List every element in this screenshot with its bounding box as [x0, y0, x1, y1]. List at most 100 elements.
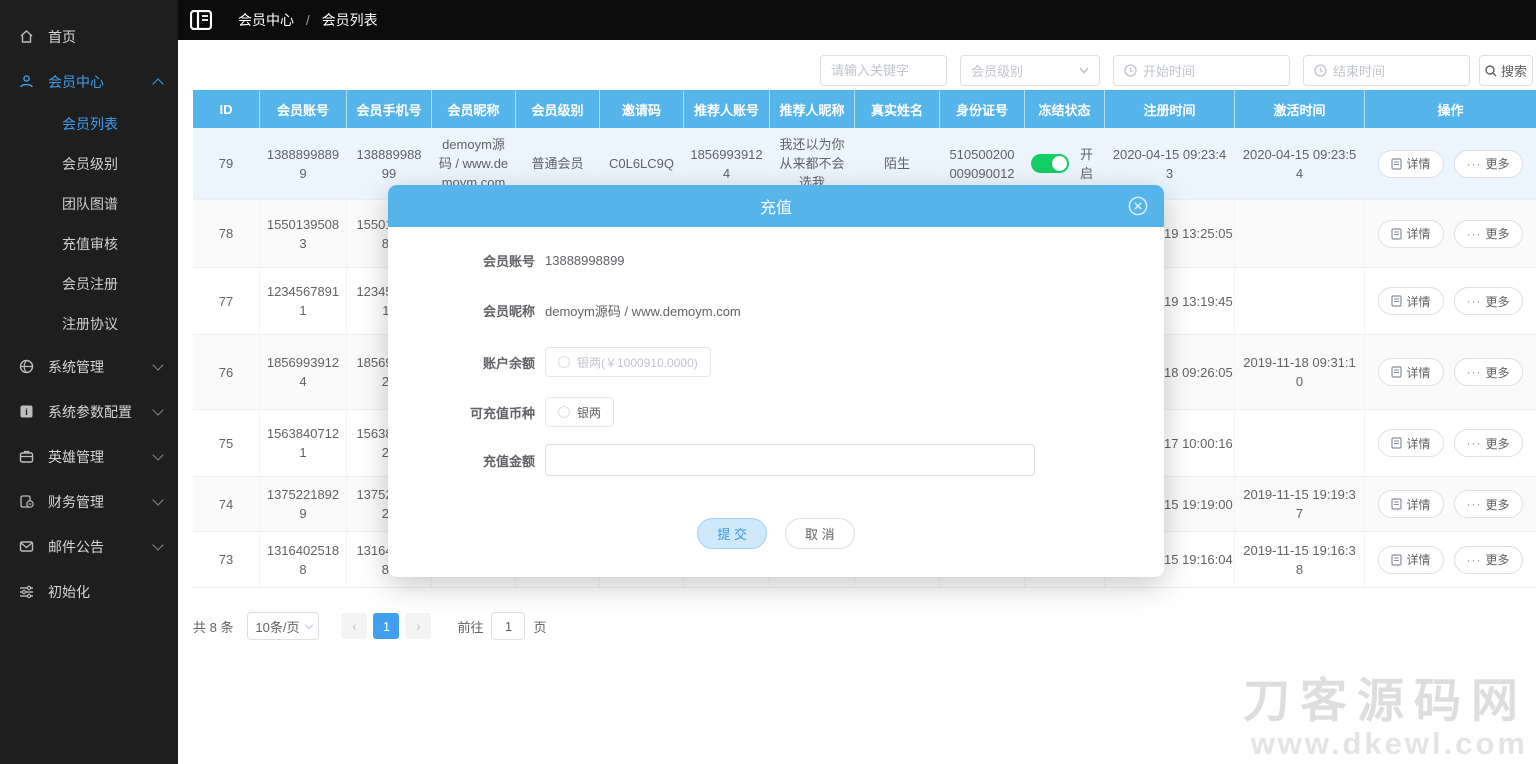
chevron-down-icon [152, 449, 163, 460]
sidebar-subitem[interactable]: 会员注册 [0, 264, 178, 304]
more-button-label: 更多 [1486, 155, 1510, 172]
member-level-select[interactable]: 会员级别 [960, 55, 1100, 86]
sidebar-item-4[interactable]: 英雄管理 [0, 434, 178, 479]
recharge-amount-input[interactable] [545, 444, 1035, 476]
pagination-total: 共 8 条 [193, 617, 233, 636]
sidebar-item-label: 会员中心 [48, 72, 154, 92]
cell-id: 74 [193, 477, 260, 532]
account-balance-label: 账户余额 [388, 353, 535, 372]
breadcrumb-separator: / [306, 12, 310, 28]
ellipsis-icon: ··· [1467, 553, 1482, 567]
detail-button[interactable]: 详情 [1378, 150, 1443, 178]
chevron-down-icon [304, 621, 312, 629]
cell-account: 13752218929 [260, 477, 347, 532]
detail-button[interactable]: 详情 [1378, 546, 1443, 574]
sidebar-subitem[interactable]: 充值审核 [0, 224, 178, 264]
more-button[interactable]: ··· 更多 [1454, 220, 1523, 248]
cell-actions: 详情 ···更多 [1365, 335, 1536, 410]
sidebar: 首页会员中心会员列表会员级别团队图谱充值审核会员注册注册协议系统管理 i 系统参数配… [0, 0, 178, 764]
more-button-label: 更多 [1486, 225, 1510, 242]
menu-toggle-icon[interactable] [190, 10, 212, 30]
submit-button[interactable]: 提 交 [697, 518, 767, 549]
chevron-down-icon [152, 359, 163, 370]
cell-id: 77 [193, 268, 260, 335]
balance-value: 银两(￥1000910.0000) [577, 354, 698, 371]
frozen-toggle[interactable] [1031, 154, 1069, 173]
ellipsis-icon: ··· [1467, 227, 1482, 241]
sidebar-subitem[interactable]: 注册协议 [0, 304, 178, 344]
cell-id: 76 [193, 335, 260, 410]
more-button[interactable]: ···更多 [1454, 150, 1523, 178]
cell-actions: 详情 ···更多 [1365, 477, 1536, 532]
page-size-select[interactable]: 10条/页 [247, 612, 319, 640]
sidebar-item-label: 系统参数配置 [48, 402, 154, 422]
detail-button[interactable]: 详情 [1378, 287, 1443, 315]
cancel-button[interactable]: 取 消 [785, 518, 855, 549]
detail-button[interactable]: 详情 [1378, 358, 1443, 386]
breadcrumb-current: 会员列表 [322, 12, 378, 28]
sidebar-subitem[interactable]: 会员级别 [0, 144, 178, 184]
cell-actions: 详情 ···更多 [1365, 268, 1536, 335]
keyword-input[interactable] [831, 63, 936, 78]
sidebar-subitem-label: 充值审核 [62, 234, 118, 254]
more-button-label: 更多 [1486, 435, 1510, 452]
sidebar-subitem-label: 会员注册 [62, 274, 118, 294]
sidebar-item-2[interactable]: 系统管理 [0, 344, 178, 389]
more-button[interactable]: ··· 更多 [1454, 546, 1523, 574]
sidebar-item-0[interactable]: 首页 [0, 14, 178, 59]
cell-act_time: 2019-11-15 19:16:38 [1235, 532, 1365, 588]
member-level-placeholder: 会员级别 [971, 61, 1023, 80]
member-center-icon [18, 74, 34, 90]
svg-text:i: i [25, 407, 28, 417]
chevron-down-icon [152, 404, 163, 415]
column-header-0: ID [193, 90, 260, 128]
sidebar-subitem[interactable]: 团队图谱 [0, 184, 178, 224]
currency-label: 可充值币种 [388, 403, 535, 422]
start-time-input[interactable]: 开始时间 [1113, 55, 1290, 86]
sidebar-item-1[interactable]: 会员中心 [0, 59, 178, 104]
close-icon[interactable] [1128, 196, 1148, 216]
detail-button-label: 详情 [1406, 364, 1430, 381]
sidebar-item-7[interactable]: 初始化 [0, 569, 178, 614]
detail-button[interactable]: 详情 [1378, 220, 1443, 248]
balance-radio-option: 银两(￥1000910.0000) [545, 347, 711, 377]
more-button[interactable]: ···更多 [1454, 287, 1523, 315]
chevron-down-icon [152, 494, 163, 505]
column-header-1: 会员账号 [260, 90, 347, 128]
end-time-input[interactable]: 结束时间 [1303, 55, 1470, 86]
keyword-input-wrap [820, 55, 947, 86]
column-header-12: 激活时间 [1235, 90, 1365, 128]
more-button[interactable]: ···更多 [1454, 490, 1523, 518]
prev-page-button[interactable]: ‹ [341, 613, 367, 639]
finance-icon [18, 494, 34, 510]
detail-button[interactable]: 详情 [1378, 429, 1443, 457]
chevron-up-icon [152, 78, 163, 89]
more-button[interactable]: ···更多 [1454, 429, 1523, 457]
currency-radio-option[interactable]: 银两 [545, 397, 614, 427]
detail-button[interactable]: 详情 [1378, 490, 1443, 518]
sidebar-subitem[interactable]: 会员列表 [0, 104, 178, 144]
sidebar-item-3[interactable]: i 系统参数配置 [0, 389, 178, 434]
sidebar-item-6[interactable]: 邮件公告 [0, 524, 178, 569]
detail-button-label: 详情 [1406, 293, 1430, 310]
search-button[interactable]: 搜索 [1479, 55, 1533, 86]
jump-page-input[interactable] [491, 612, 525, 640]
radio-icon [558, 356, 570, 368]
cell-id: 79 [193, 128, 260, 200]
next-page-button[interactable]: › [405, 613, 431, 639]
more-button-label: 更多 [1486, 551, 1510, 568]
more-button[interactable]: ···更多 [1454, 358, 1523, 386]
home-icon [18, 29, 34, 45]
more-button-label: 更多 [1486, 496, 1510, 513]
cell-id: 73 [193, 532, 260, 588]
cell-actions: 详情 ···更多 [1365, 410, 1536, 477]
currency-value: 银两 [577, 404, 601, 421]
cell-actions: 详情 ··· 更多 [1365, 200, 1536, 268]
cell-account: 15638407121 [260, 410, 347, 477]
page-number-button[interactable]: 1 [373, 613, 399, 639]
sidebar-item-5[interactable]: 财务管理 [0, 479, 178, 524]
column-header-7: 推荐人昵称 [770, 90, 855, 128]
topbar: 会员中心 / 会员列表 [178, 0, 1536, 40]
column-header-13: 操作 [1365, 90, 1536, 128]
breadcrumb-parent[interactable]: 会员中心 [238, 12, 294, 28]
